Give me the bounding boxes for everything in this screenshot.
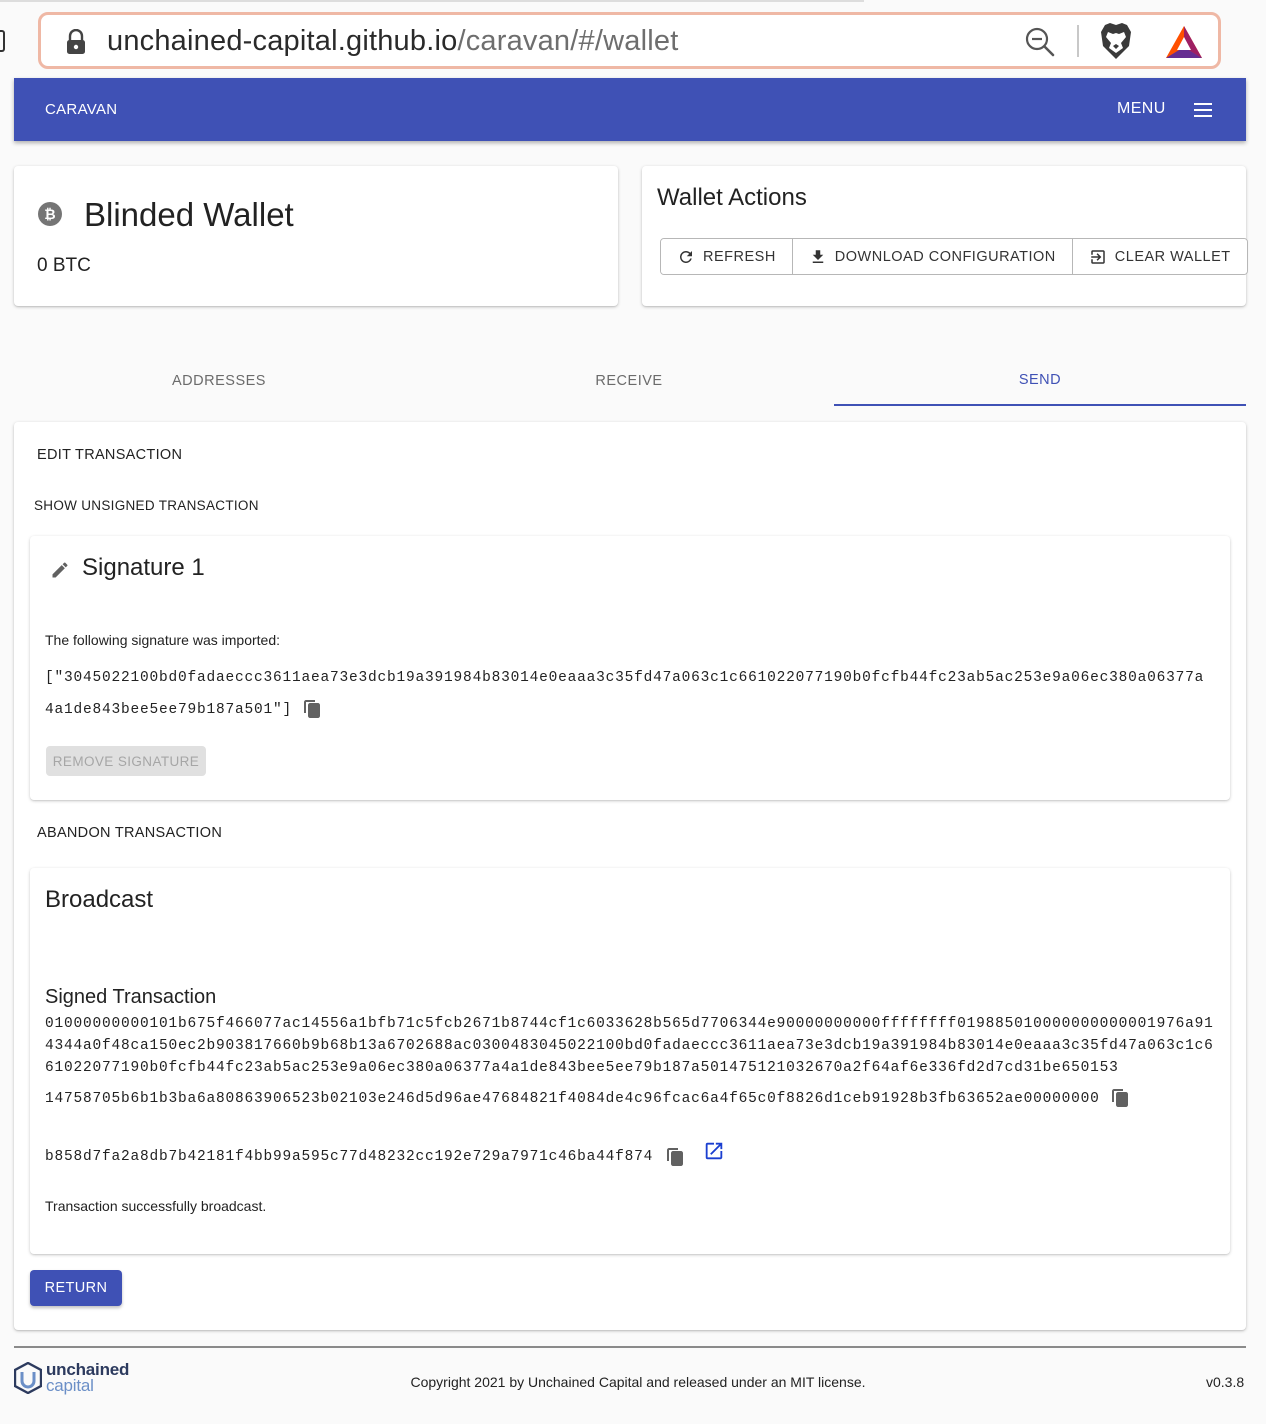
txid-value: b858d7fa2a8db7b42181f4bb99a595c77d48232c… (45, 1149, 654, 1165)
signature-card: Signature 1 The following signature was … (30, 536, 1230, 800)
send-panel: EDIT TRANSACTION SHOW UNSIGNED TRANSACTI… (14, 422, 1246, 1330)
exit-icon (1091, 249, 1105, 264)
sidebar-toggle-edge[interactable] (0, 30, 5, 52)
refresh-icon (679, 250, 692, 263)
broadcast-success-message: Transaction successfully broadcast. (45, 1198, 267, 1214)
copyright-text: Copyright 2021 by Unchained Capital and … (410, 1374, 866, 1390)
bitcoin-icon: ₿ (38, 202, 62, 226)
signature-title: Signature 1 (82, 554, 205, 581)
copy-icon[interactable] (1111, 1089, 1128, 1107)
abandon-transaction-button[interactable]: ABANDON TRANSACTION (37, 825, 222, 841)
url-text[interactable]: unchained-capital.github.io/caravan/#/wa… (107, 25, 678, 58)
wallet-actions-card: Wallet Actions REFRESH DOWNLOAD CONFIGUR… (642, 166, 1248, 306)
address-bar[interactable]: unchained-capital.github.io/caravan/#/wa… (38, 12, 1221, 69)
clear-wallet-button[interactable]: CLEAR WALLET (1072, 239, 1247, 274)
app-title[interactable]: CARAVAN (45, 101, 117, 118)
hamburger-menu-icon[interactable] (1194, 103, 1212, 117)
bat-triangle-icon[interactable] (1165, 25, 1203, 59)
tab-send[interactable]: SEND (834, 356, 1246, 406)
show-unsigned-transaction-button[interactable]: SHOW UNSIGNED TRANSACTION (34, 498, 259, 513)
zoom-out-icon[interactable] (1025, 27, 1055, 57)
refresh-label: REFRESH (703, 248, 776, 265)
url-path: /caravan/#/wallet (457, 25, 679, 57)
remove-signature-button[interactable]: REMOVE SIGNATURE (46, 746, 206, 776)
wallet-name: Blinded Wallet (84, 196, 294, 233)
version-text: v0.3.8 (1206, 1374, 1245, 1390)
wallet-balance: 0 BTC (37, 255, 91, 276)
return-button[interactable]: RETURN (30, 1270, 122, 1306)
signed-transaction-tail-row: 14758705b6b1b3ba6a80863906523b02103e246d… (45, 1089, 1128, 1107)
signature-value-row: ["3045022100bd0fadaeccc3611aea73e3dcb19a… (45, 662, 1213, 726)
refresh-button[interactable]: REFRESH (661, 239, 793, 274)
signature-value: ["3045022100bd0fadaeccc3611aea73e3dcb19a… (45, 670, 1205, 718)
download-configuration-button[interactable]: DOWNLOAD CONFIGURATION (792, 239, 1073, 274)
wallet-tabs: ADDRESSES RECEIVE SEND (14, 356, 1246, 406)
menu-button-label[interactable]: MENU (1117, 100, 1166, 118)
download-icon (812, 249, 824, 263)
wallet-actions-title: Wallet Actions (657, 184, 807, 211)
tab-receive[interactable]: RECEIVE (424, 356, 834, 406)
edit-transaction-button[interactable]: EDIT TRANSACTION (37, 447, 182, 463)
tab-strip-line (0, 0, 864, 2)
pencil-icon[interactable] (50, 560, 70, 580)
svg-text:₿: ₿ (44, 206, 55, 222)
app-bar: CARAVAN MENU (14, 78, 1246, 141)
clear-wallet-label: CLEAR WALLET (1114, 248, 1231, 265)
copy-icon[interactable] (304, 700, 321, 719)
signed-transaction-label: Signed Transaction (45, 986, 217, 1008)
url-host: unchained-capital.github.io (107, 25, 458, 57)
browser-toolbar: unchained-capital.github.io/caravan/#/wa… (0, 0, 1266, 78)
tab-addresses[interactable]: ADDRESSES (14, 356, 424, 406)
txid-row: b858d7fa2a8db7b42181f4bb99a595c77d48232c… (45, 1142, 725, 1166)
signed-transaction-tail: 14758705b6b1b3ba6a80863906523b02103e246d… (45, 1090, 1100, 1107)
external-link-icon[interactable] (703, 1140, 725, 1162)
copy-icon[interactable] (667, 1148, 684, 1166)
broadcast-title: Broadcast (45, 886, 154, 913)
url-separator (1077, 25, 1079, 57)
signature-description: The following signature was imported: (45, 632, 281, 648)
wallet-summary-card: ₿ Blinded Wallet 0 BTC (14, 166, 618, 306)
lock-icon[interactable] (65, 29, 87, 55)
broadcast-card: Broadcast Signed Transaction 01000000000… (30, 868, 1230, 1254)
footer-divider (14, 1346, 1246, 1348)
download-configuration-label: DOWNLOAD CONFIGURATION (834, 248, 1056, 265)
wallet-actions-button-group: REFRESH DOWNLOAD CONFIGURATION CLEAR WAL… (660, 238, 1248, 275)
brave-lion-icon[interactable] (1099, 22, 1133, 60)
signed-transaction-value: 01000000000101b675f466077ac14556a1bfb71c… (45, 1016, 1214, 1076)
